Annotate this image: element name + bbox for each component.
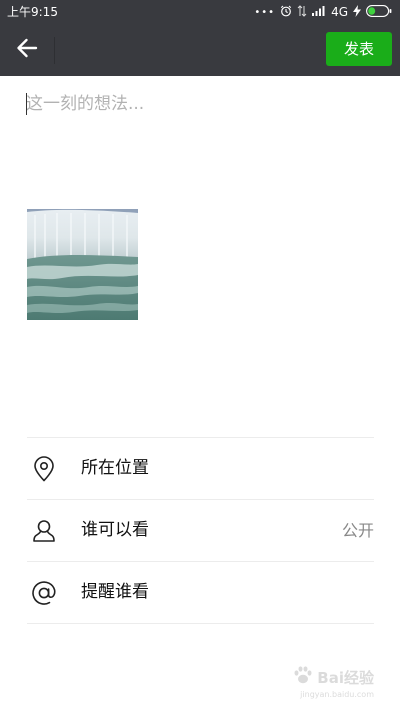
at-sign-icon [31, 580, 57, 606]
publish-button[interactable]: 发表 [326, 32, 392, 66]
status-bar: 上午9:15 ••• 4G [0, 0, 400, 24]
header-divider [54, 37, 55, 64]
option-location-label: 所在位置 [81, 458, 149, 478]
text-cursor [26, 93, 27, 115]
signal-icon [312, 5, 326, 19]
post-options-list: 所在位置 谁可以看 公开 提醒谁看 [27, 437, 374, 624]
paw-logo-icon [292, 664, 314, 690]
network-type: 4G [331, 5, 348, 19]
option-visibility-label: 谁可以看 [81, 520, 149, 540]
data-transfer-icon [297, 4, 307, 20]
option-location[interactable]: 所在位置 [27, 438, 374, 500]
watermark: Bai经验 jingyan.baidu.com [292, 664, 374, 699]
photo-thumbnail[interactable] [27, 209, 138, 320]
waterfall-photo-icon [27, 209, 138, 320]
status-indicators: ••• 4G [254, 3, 392, 21]
post-text-input[interactable] [26, 90, 372, 190]
visibility-value: 公开 [341, 521, 374, 540]
notification-dots: ••• [254, 6, 276, 18]
charging-icon [353, 4, 361, 20]
battery-icon [366, 4, 392, 20]
status-time: 上午9:15 [7, 5, 58, 19]
option-visibility[interactable]: 谁可以看 公开 [27, 500, 374, 562]
watermark-url: jingyan.baidu.com [300, 690, 374, 699]
back-button[interactable] [10, 34, 44, 66]
person-icon [31, 518, 57, 544]
option-mention[interactable]: 提醒谁看 [27, 562, 374, 624]
top-nav-bar: 发表 [0, 24, 400, 76]
back-arrow-icon [16, 38, 38, 62]
option-mention-label: 提醒谁看 [81, 582, 149, 602]
location-pin-icon [31, 456, 57, 482]
watermark-text: Bai经验 [317, 668, 374, 687]
alarm-icon [280, 5, 292, 20]
